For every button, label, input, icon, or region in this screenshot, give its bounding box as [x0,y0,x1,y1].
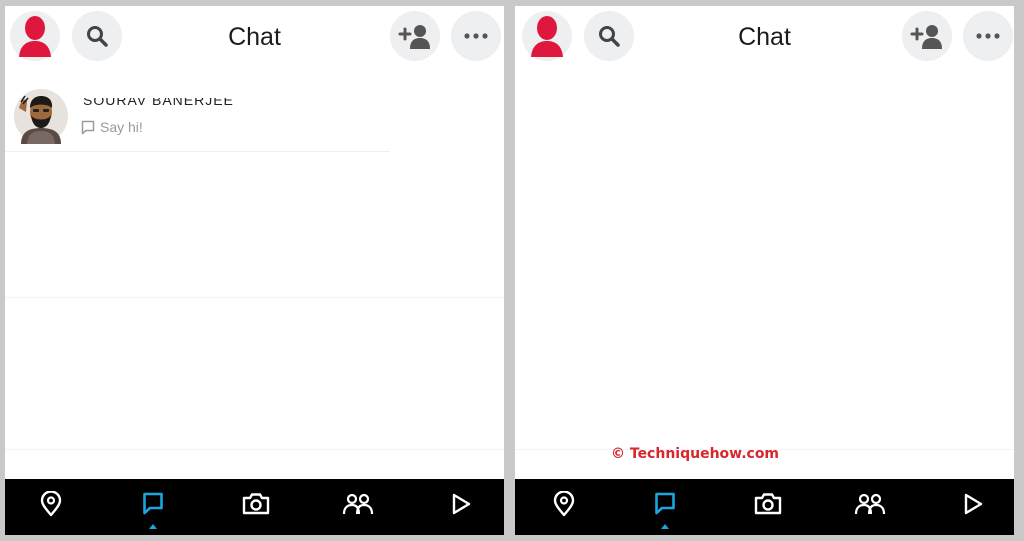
nav-discover[interactable] [443,487,479,521]
profile-button[interactable] [522,11,572,61]
camera-icon [242,493,270,515]
add-friend-icon [398,25,430,49]
add-friend-icon [910,25,942,49]
nav-map[interactable] [33,487,69,521]
friends-icon [342,493,374,515]
bottom-navigation [5,479,504,535]
search-button[interactable] [584,11,634,61]
nav-camera[interactable] [238,487,274,521]
chat-status: Say hi! [81,119,143,135]
chat-screen-right: Chat © Techniquehow.com [515,6,1014,535]
chat-header: Chat [515,6,1014,70]
nav-chat[interactable] [135,487,171,529]
nav-friends[interactable] [852,487,888,521]
add-friend-button[interactable] [390,11,440,61]
search-button[interactable] [72,11,122,61]
chat-header: Chat [5,6,504,70]
search-icon [87,26,108,47]
page-title: Chat [738,23,791,51]
chat-list-item[interactable]: SOURAV BANERJEE Say hi! [5,84,390,152]
profile-button[interactable] [10,11,60,61]
watermark-text: © Techniquehow.com [611,446,780,462]
map-pin-icon [40,491,62,517]
divider [5,449,504,450]
bottom-navigation [515,479,1014,535]
more-options-button[interactable] [451,11,501,61]
more-options-button[interactable] [963,11,1013,61]
chat-icon [655,492,675,515]
chat-bubble-icon [81,120,95,134]
chat-contact-name: SOURAV BANERJEE [83,98,234,108]
friends-icon [854,493,886,515]
nav-camera[interactable] [750,487,786,521]
chat-icon [143,492,163,515]
chat-status-text: Say hi! [100,119,143,135]
divider [5,297,504,298]
profile-avatar-icon [19,16,51,57]
page-title: Chat [228,23,281,51]
chat-screen-left: Chat SOURAV BANERJEE Say hi! [5,6,504,535]
more-dots-icon [976,33,1000,39]
add-friend-button[interactable] [902,11,952,61]
active-tab-indicator [149,524,157,529]
discover-play-icon [452,493,471,515]
discover-play-icon [964,493,983,515]
nav-map[interactable] [546,487,582,521]
nav-friends[interactable] [340,487,376,521]
more-dots-icon [464,33,488,39]
active-tab-indicator [661,524,669,529]
map-pin-icon [553,491,575,517]
nav-discover[interactable] [955,487,991,521]
camera-icon [754,493,782,515]
profile-avatar-icon [531,16,563,57]
search-icon [599,26,620,47]
nav-chat[interactable] [647,487,683,529]
bitmoji-avatar [14,89,68,144]
